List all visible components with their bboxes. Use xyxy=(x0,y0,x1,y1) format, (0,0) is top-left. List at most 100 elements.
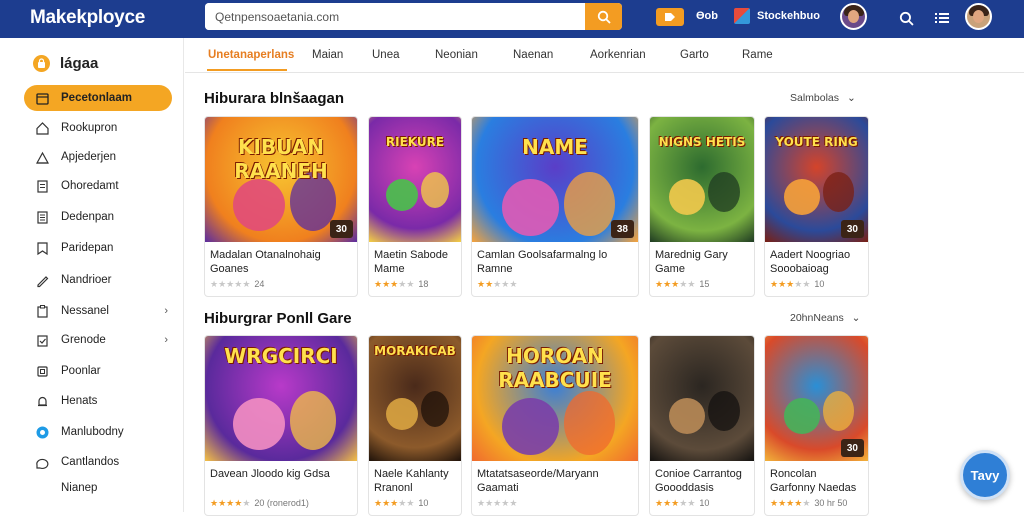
sidebar-item-14[interactable]: Nianep xyxy=(24,475,172,501)
star-icon: ★ xyxy=(663,498,672,508)
nav-link-1[interactable]: Ɵob xyxy=(696,10,718,22)
section-more-1[interactable]: Salmbolas ⌄ xyxy=(790,92,856,104)
star-rating: ★★★★★ 10 xyxy=(374,498,428,509)
star-icon: ★ xyxy=(382,498,391,508)
star-icon: ★ xyxy=(663,279,672,289)
game-thumbnail[interactable]: RIEKURE xyxy=(369,117,461,242)
character-art xyxy=(502,179,560,237)
price-badge: 30 xyxy=(840,220,864,238)
game-thumbnail[interactable]: 30 xyxy=(765,336,868,461)
game-card[interactable]: Conioe Carrantog Goooddasis ★★★★★ 10 xyxy=(649,335,755,516)
deals-badge[interactable] xyxy=(656,8,684,26)
game-thumbnail[interactable]: NAME 38 xyxy=(472,117,638,242)
tab-4[interactable]: Neonian xyxy=(435,49,478,61)
help-chat-button[interactable]: Tavy xyxy=(960,450,1010,500)
game-title[interactable]: Conioe Carrantog Goooddasis xyxy=(655,467,750,495)
tab-1[interactable]: Unetanaperlans xyxy=(208,49,294,61)
site-logo[interactable]: Makekployce xyxy=(30,7,145,29)
header-search-button[interactable] xyxy=(897,9,915,27)
game-title[interactable]: Madalan Otanalnohaig Goanes xyxy=(210,248,353,276)
star-icon: ★ xyxy=(218,498,227,508)
game-card[interactable]: NIGNS HETIS Marednig Gary Game ★★★★★ 15 xyxy=(649,116,755,297)
game-card[interactable]: YOUTE RING 30 Aadert Noogriao Sooobaioag ★★… xyxy=(764,116,869,297)
sidebar-item-1[interactable]: Pecetonlaam xyxy=(24,85,172,111)
game-thumbnail[interactable]: HOROAN RAABCUIE xyxy=(472,336,638,461)
tab-6[interactable]: Aorkenrian xyxy=(590,49,646,61)
pen-icon xyxy=(35,273,50,288)
character-art xyxy=(669,179,706,216)
game-card[interactable]: WRGCIRCI Davean Jloodo kig Gdsa ★★★★★ 20 (r… xyxy=(204,335,358,516)
game-art-title: YOUTE RING xyxy=(775,135,858,149)
game-card[interactable]: MORAKICAB Naele Kahlanty Rranonl ★★★★★ 10 xyxy=(368,335,462,516)
sidebar-item-8[interactable]: Nessanel › xyxy=(24,298,172,324)
section-more-2[interactable]: 20hnNeans ⌄ xyxy=(790,312,860,324)
character-art xyxy=(502,398,560,456)
profile-avatar[interactable] xyxy=(965,3,992,30)
search-input[interactable] xyxy=(205,3,585,30)
sidebar-header: lágaa xyxy=(33,53,98,73)
tab-3[interactable]: Unea xyxy=(372,49,400,61)
game-art-title: WRGCIRCI xyxy=(224,344,338,368)
game-title[interactable]: Naele Kahlanty Rranonl xyxy=(374,467,457,495)
sidebar-item-3[interactable]: Apjederjen xyxy=(24,144,172,170)
sidebar-item-9[interactable]: Grenode › xyxy=(24,327,172,353)
star-icon: ★ xyxy=(509,279,518,289)
game-title[interactable]: Camlan Goolsafarmalng lo Ramne xyxy=(477,248,634,276)
chevron-right-icon: › xyxy=(164,334,168,346)
game-thumbnail[interactable]: MORAKICAB xyxy=(369,336,461,461)
game-title[interactable]: Roncolan Garfonny Naedas xyxy=(770,467,864,495)
character-art xyxy=(564,172,615,236)
game-card[interactable]: RIEKURE Maetin Sabode Mame ★★★★★ 18 xyxy=(368,116,462,297)
tag-icon xyxy=(665,13,675,21)
sidebar-item-13[interactable]: Cantlandos xyxy=(24,449,172,475)
sidebar-item-5[interactable]: Dedenpan xyxy=(24,204,172,230)
game-card[interactable]: NAME 38 Camlan Goolsafarmalng lo Ramne ★★★★… xyxy=(471,116,639,297)
game-thumbnail[interactable]: KIBUAN RAANEH 30 xyxy=(205,117,357,242)
game-thumbnail[interactable]: YOUTE RING 30 xyxy=(765,117,868,242)
tab-2[interactable]: Maian xyxy=(312,49,343,61)
search-button[interactable] xyxy=(585,3,622,30)
lock-icon xyxy=(33,54,50,72)
star-icon: ★ xyxy=(406,498,415,508)
sidebar-item-2[interactable]: Rookupron xyxy=(24,115,172,141)
sidebar-item-4[interactable]: Ohoredamt xyxy=(24,173,172,199)
game-thumbnail[interactable]: NIGNS HETIS xyxy=(650,117,754,242)
sidebar-item-label: Grenode xyxy=(61,334,106,346)
star-icon: ★ xyxy=(485,279,494,289)
game-thumbnail[interactable]: WRGCIRCI xyxy=(205,336,357,461)
avatar[interactable] xyxy=(840,3,867,30)
sidebar-item-label: Nandrioer xyxy=(61,274,112,286)
rating-count: 30 hr 50 xyxy=(814,498,848,508)
chat-icon xyxy=(35,455,50,470)
game-card[interactable]: HOROAN RAABCUIE Mtatatsaseorde/Maryann Ga… xyxy=(471,335,639,516)
nav-link-2[interactable]: Stockehbuo xyxy=(757,10,820,22)
sidebar-item-7[interactable]: Nandrioer xyxy=(24,267,172,293)
sidebar-item-11[interactable]: Henats xyxy=(24,388,172,414)
game-title[interactable]: Aadert Noogriao Sooobaioag xyxy=(770,248,864,276)
rating-count: 15 xyxy=(699,279,710,289)
rating-count: 10 xyxy=(814,279,825,289)
game-title[interactable]: Maetin Sabode Mame xyxy=(374,248,457,276)
sidebar-item-6[interactable]: Paridepan xyxy=(24,235,172,261)
menu-button[interactable] xyxy=(933,9,951,27)
game-title[interactable]: Marednig Gary Game xyxy=(655,248,750,276)
sidebar-item-10[interactable]: Poonlar xyxy=(24,358,172,384)
game-title[interactable]: Davean Jloodo kig Gdsa xyxy=(210,467,353,481)
game-card[interactable]: 30 Roncolan Garfonny Naedas ★★★★★ 30 hr 50 xyxy=(764,335,869,516)
game-card[interactable]: KIBUAN RAANEH 30 Madalan Otanalnohaig Goan… xyxy=(204,116,358,297)
character-art xyxy=(564,391,615,455)
star-icon: ★ xyxy=(477,279,486,289)
character-art xyxy=(232,398,286,451)
game-art-title: RIEKURE xyxy=(385,135,445,149)
character-art xyxy=(420,391,449,427)
sidebar-item-12[interactable]: Manlubodny xyxy=(24,419,172,445)
tab-5[interactable]: Naenan xyxy=(513,49,553,61)
tab-7[interactable]: Garto xyxy=(680,49,709,61)
game-art-title: NAME xyxy=(522,135,588,159)
game-title[interactable]: Mtatatsaseorde/Maryann Gaamati xyxy=(477,467,634,495)
sidebar-item-label: Apjederjen xyxy=(61,151,116,163)
tab-8[interactable]: Rame xyxy=(742,49,773,61)
game-thumbnail[interactable] xyxy=(650,336,754,461)
star-icon: ★ xyxy=(687,498,696,508)
chevron-down-icon: ⌄ xyxy=(846,92,856,104)
